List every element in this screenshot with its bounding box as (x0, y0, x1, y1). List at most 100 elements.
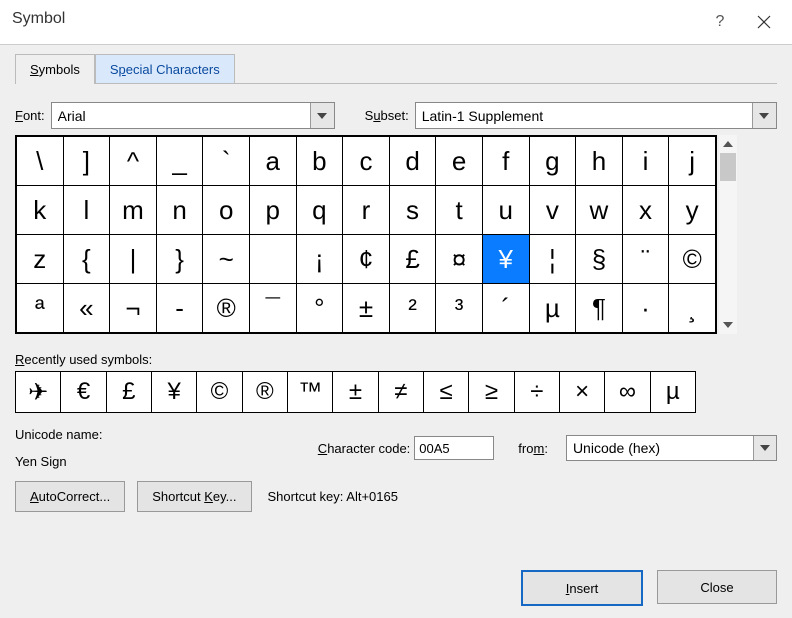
symbol-cell[interactable]: j (669, 137, 716, 186)
symbol-cell[interactable]: o (203, 186, 250, 235)
symbol-cell[interactable]: \ (17, 137, 64, 186)
symbol-cell[interactable]: e (436, 137, 483, 186)
symbol-cell[interactable]: p (249, 186, 296, 235)
character-code-input[interactable] (414, 436, 494, 460)
symbol-cell[interactable]: a (249, 137, 296, 186)
recent-symbol[interactable]: ≥ (469, 372, 514, 413)
symbol-cell[interactable]: | (110, 235, 157, 284)
recent-symbol[interactable]: £ (106, 372, 151, 413)
symbol-cell[interactable]: k (17, 186, 64, 235)
symbol-cell[interactable]: f (482, 137, 529, 186)
symbol-cell[interactable]: ^ (110, 137, 157, 186)
symbol-cell[interactable]: ~ (203, 235, 250, 284)
symbol-cell[interactable]: { (63, 235, 110, 284)
symbol-cell[interactable]: q (296, 186, 343, 235)
recent-symbol[interactable]: ¥ (151, 372, 196, 413)
scroll-thumb[interactable] (720, 153, 736, 181)
symbol-cell[interactable]: r (343, 186, 390, 235)
symbol-cell[interactable]: ¤ (436, 235, 483, 284)
symbol-cell[interactable]: ¢ (343, 235, 390, 284)
symbol-cell[interactable]: ¬ (110, 284, 157, 333)
recent-symbol[interactable]: ✈ (16, 372, 61, 413)
recent-symbol[interactable]: ≤ (423, 372, 468, 413)
insert-button[interactable]: Insert (521, 570, 643, 606)
symbol-cell[interactable]: y (669, 186, 716, 235)
symbol-cell[interactable]: i (622, 137, 669, 186)
recent-symbol[interactable]: ÷ (514, 372, 559, 413)
font-combo[interactable] (51, 102, 335, 129)
symbol-cell[interactable]: ® (203, 284, 250, 333)
symbol-cell[interactable] (249, 235, 296, 284)
symbol-cell[interactable]: ´ (482, 284, 529, 333)
symbol-cell[interactable]: ] (63, 137, 110, 186)
symbol-cell[interactable]: _ (156, 137, 203, 186)
recent-symbol[interactable]: ® (242, 372, 287, 413)
symbol-cell[interactable]: ° (296, 284, 343, 333)
symbol-cell[interactable]: ³ (436, 284, 483, 333)
recent-symbol[interactable]: ≠ (378, 372, 423, 413)
symbol-cell[interactable]: } (156, 235, 203, 284)
subset-combo[interactable] (415, 102, 777, 129)
symbol-cell[interactable]: d (389, 137, 436, 186)
symbol-cell[interactable]: s (389, 186, 436, 235)
recently-used-symbols[interactable]: ✈€£¥©®™±≠≤≥÷×∞µ (15, 371, 696, 413)
shortcut-key-button[interactable]: Shortcut Key... (137, 481, 251, 512)
symbol-cell[interactable]: ¯ (249, 284, 296, 333)
from-combo[interactable] (566, 435, 777, 461)
symbol-cell[interactable]: ` (203, 137, 250, 186)
scroll-down-button[interactable] (719, 316, 737, 334)
symbol-cell[interactable]: b (296, 137, 343, 186)
subset-dropdown-arrow[interactable] (752, 103, 776, 128)
recent-symbol[interactable]: © (197, 372, 242, 413)
symbol-cell[interactable]: u (482, 186, 529, 235)
recent-symbol[interactable]: µ (650, 372, 695, 413)
symbol-cell[interactable]: µ (529, 284, 576, 333)
symbol-cell[interactable]: ª (17, 284, 64, 333)
recent-symbol[interactable]: ± (333, 372, 378, 413)
subset-input[interactable] (416, 103, 752, 128)
help-button[interactable]: ? (698, 0, 742, 44)
scroll-up-button[interactable] (719, 135, 737, 153)
from-input[interactable] (567, 436, 753, 460)
scroll-track[interactable] (719, 153, 737, 316)
symbol-cell[interactable]: ² (389, 284, 436, 333)
grid-scrollbar[interactable] (719, 135, 737, 334)
recent-symbol[interactable]: ™ (287, 372, 332, 413)
symbol-cell[interactable]: t (436, 186, 483, 235)
symbol-cell[interactable]: ¶ (576, 284, 623, 333)
symbol-cell[interactable]: © (669, 235, 716, 284)
symbol-cell[interactable]: ¸ (669, 284, 716, 333)
from-dropdown-arrow[interactable] (753, 436, 776, 460)
symbol-cell[interactable]: § (576, 235, 623, 284)
close-window-button[interactable] (742, 0, 786, 44)
close-button[interactable]: Close (657, 570, 777, 604)
symbol-cell[interactable]: l (63, 186, 110, 235)
font-input[interactable] (52, 103, 310, 128)
symbol-cell[interactable]: ± (343, 284, 390, 333)
symbol-cell[interactable]: ¨ (622, 235, 669, 284)
tab-special-characters[interactable]: Special Characters (95, 54, 235, 84)
symbol-cell[interactable]: v (529, 186, 576, 235)
symbol-cell[interactable]: ­- (156, 284, 203, 333)
symbol-cell[interactable]: £ (389, 235, 436, 284)
symbol-cell[interactable]: g (529, 137, 576, 186)
autocorrect-button[interactable]: AutoCorrect... (15, 481, 125, 512)
font-dropdown-arrow[interactable] (310, 103, 334, 128)
symbol-cell-selected[interactable]: ¥ (482, 235, 529, 284)
symbol-cell[interactable]: ¡ (296, 235, 343, 284)
symbol-cell[interactable]: · (622, 284, 669, 333)
symbol-cell[interactable]: « (63, 284, 110, 333)
symbol-cell[interactable]: w (576, 186, 623, 235)
symbol-cell[interactable]: m (110, 186, 157, 235)
symbol-cell[interactable]: n (156, 186, 203, 235)
symbol-grid[interactable]: \]^_`abcdefghij klmnopqrstuvwxy z{|}~ ¡¢£¤… (15, 135, 717, 334)
symbol-cell[interactable]: z (17, 235, 64, 284)
symbol-cell[interactable]: c (343, 137, 390, 186)
recent-symbol[interactable]: ∞ (605, 372, 650, 413)
recent-symbol[interactable]: € (61, 372, 106, 413)
symbol-cell[interactable]: ¦ (529, 235, 576, 284)
symbol-cell[interactable]: x (622, 186, 669, 235)
symbol-cell[interactable]: h (576, 137, 623, 186)
tab-symbols[interactable]: Symbols (15, 54, 95, 84)
recent-symbol[interactable]: × (559, 372, 604, 413)
